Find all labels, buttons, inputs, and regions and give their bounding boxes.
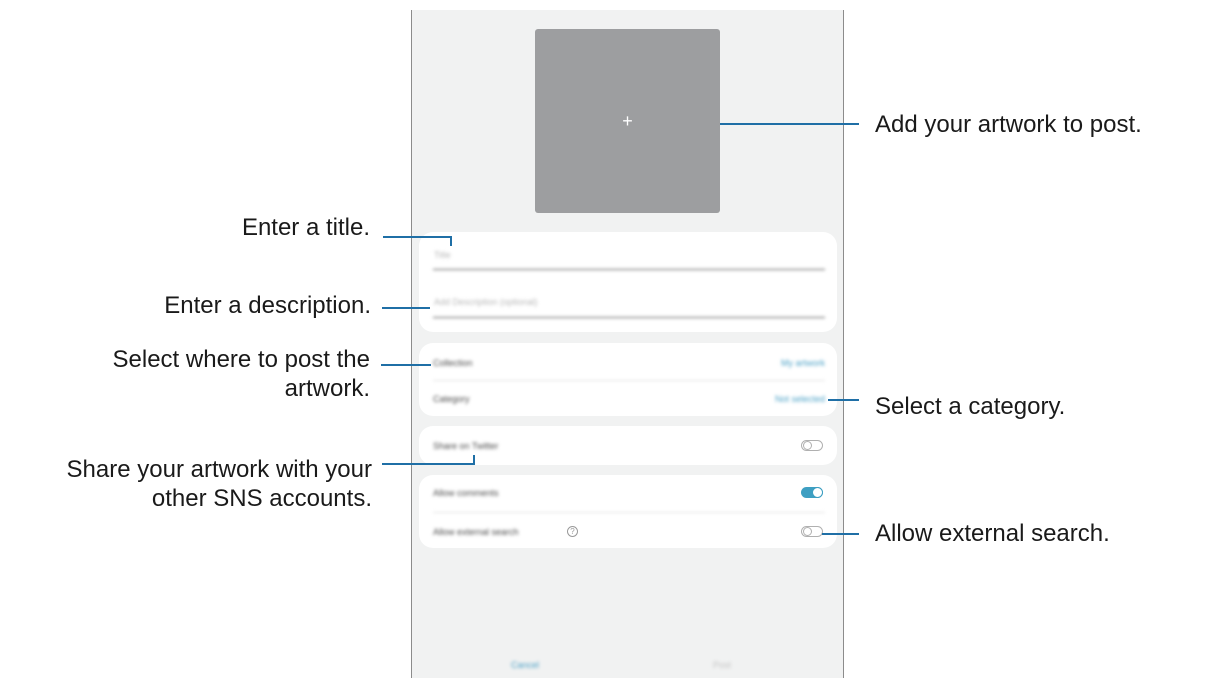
callout-title: Enter a title. [241, 214, 370, 241]
category-row[interactable]: Category Not selected [419, 381, 837, 416]
leader-line-where [381, 364, 431, 366]
permissions-card: Allow comments Allow external search ? [419, 475, 837, 548]
title-underline [433, 269, 825, 270]
leader-line-search [822, 533, 859, 535]
help-icon[interactable]: ? [567, 526, 578, 537]
toggle-knob [803, 527, 812, 536]
text-fields-card: Title Add Description (optional) [419, 232, 837, 332]
category-value: Not selected [774, 394, 825, 404]
plus-icon: + [622, 110, 633, 131]
leader-line-share-rise [473, 455, 475, 465]
comments-label: Allow comments [433, 488, 499, 498]
description-underline [433, 317, 825, 318]
cancel-button[interactable]: Cancel [511, 660, 539, 670]
toggle-knob [812, 487, 823, 498]
leader-line-category [828, 399, 859, 401]
leader-line-description [382, 307, 430, 309]
leader-line-share [382, 463, 475, 465]
options-card: Collection My artwork Category Not selec… [419, 343, 837, 416]
callout-share-line1: Share your artwork with your [66, 456, 372, 483]
category-label: Category [433, 394, 470, 404]
callout-where-line1: Select where to post the [112, 346, 370, 373]
toggle-knob [803, 441, 812, 450]
add-artwork-button[interactable]: + [535, 29, 720, 213]
collection-value: My artwork [780, 358, 825, 368]
collection-label: Collection [433, 358, 473, 368]
comments-toggle[interactable] [801, 487, 823, 498]
callout-add-artwork: Add your artwork to post. [875, 111, 1142, 138]
callout-where-line2: artwork. [284, 375, 370, 402]
row-divider [433, 512, 825, 513]
search-label: Allow external search [433, 527, 519, 537]
leader-line-title [383, 236, 452, 238]
callout-category: Select a category. [875, 393, 1066, 420]
external-search-toggle[interactable] [801, 526, 823, 537]
post-button[interactable]: Post [713, 660, 731, 670]
collection-row[interactable]: Collection My artwork [419, 343, 837, 380]
share-toggle[interactable] [801, 440, 823, 451]
leader-line-title-drop [450, 236, 452, 246]
callout-description: Enter a description. [164, 292, 371, 319]
callout-external-search: Allow external search. [875, 520, 1110, 547]
callout-share: Share your artwork with your other SNS a… [0, 455, 372, 513]
share-label: Share on Twitter [433, 441, 499, 451]
leader-line-artwork [720, 123, 859, 125]
share-card: Share on Twitter [419, 426, 837, 465]
description-input[interactable]: Add Description (optional) [434, 297, 538, 307]
title-input[interactable]: Title [434, 250, 451, 260]
callout-share-line2: other SNS accounts. [151, 485, 372, 512]
callout-where-to-post: Select where to post the artwork. [20, 345, 370, 403]
